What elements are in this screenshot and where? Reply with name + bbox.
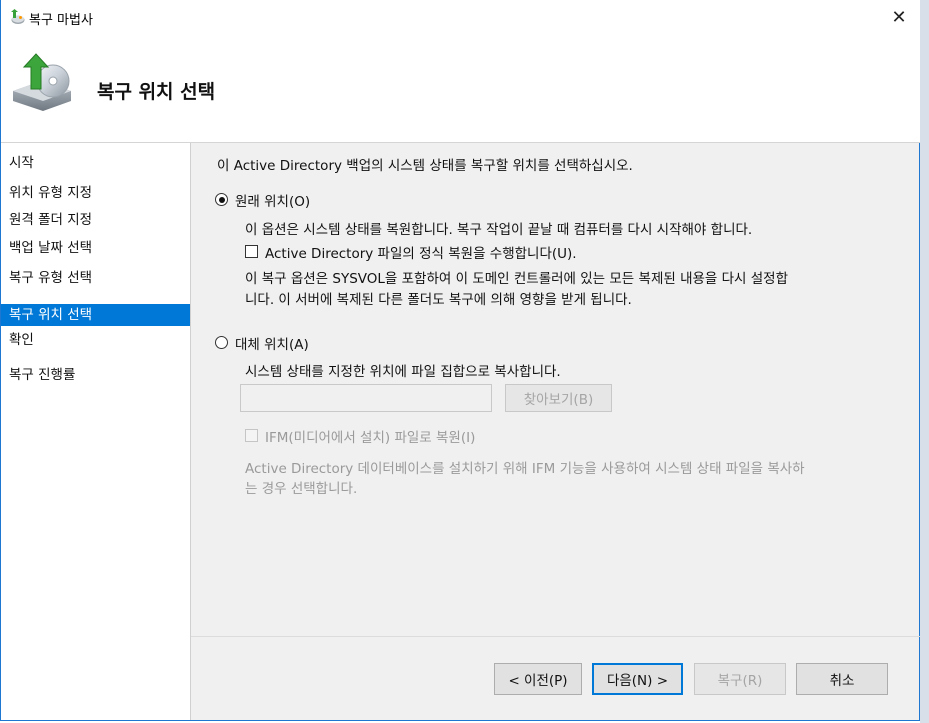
sidebar-item-recovery-location[interactable]: 복구 위치 선택 — [1, 304, 190, 326]
original-location-label[interactable]: 원래 위치(O) — [235, 190, 310, 210]
close-icon: ✕ — [891, 6, 907, 28]
wizard-step-list: 시작 위치 유형 지정 원격 폴더 지정 백업 날짜 선택 복구 유형 선택 복… — [1, 143, 191, 720]
previous-button[interactable]: < 이전(P) — [494, 663, 582, 695]
page-title: 복구 위치 선택 — [97, 81, 216, 103]
original-location-radio[interactable] — [215, 193, 228, 206]
browse-button[interactable]: 찾아보기(B) — [505, 384, 612, 412]
sidebar-item-remote-folder[interactable]: 원격 폴더 지정 — [1, 209, 190, 231]
sysvol-note-line2: 니다. 이 서버에 복제된 다른 폴더도 복구에 의해 영향을 받게 됩니다. — [245, 292, 632, 308]
sidebar-item-progress[interactable]: 복구 진행률 — [1, 364, 190, 386]
wizard-content: 이 Active Directory 백업의 시스템 상태를 복구할 위치를 선… — [191, 143, 920, 636]
authoritative-restore-checkbox[interactable] — [245, 245, 258, 258]
recover-button[interactable]: 복구(R) — [694, 663, 786, 695]
restore-wizard-icon — [9, 9, 25, 25]
alternate-location-radio[interactable] — [215, 336, 228, 349]
wizard-header: 복구 위치 선택 — [1, 36, 920, 143]
alternate-location-description: 시스템 상태를 지정한 위치에 파일 집합으로 복사합니다. — [245, 364, 561, 380]
window-title: 복구 마법사 — [29, 13, 93, 28]
backup-restore-disk-icon — [9, 51, 75, 113]
title-bar: 복구 마법사 ✕ — [1, 0, 920, 36]
original-location-description: 이 옵션은 시스템 상태를 복원합니다. 복구 작업이 끝날 때 컴퓨터를 다시… — [245, 222, 753, 238]
ifm-restore-checkbox[interactable] — [245, 429, 258, 442]
ifm-note-line2: 는 경우 선택합니다. — [245, 481, 358, 497]
sidebar-item-location-type[interactable]: 위치 유형 지정 — [1, 182, 190, 204]
sidebar-item-backup-date[interactable]: 백업 날짜 선택 — [1, 237, 190, 259]
footer-divider — [191, 636, 920, 637]
next-button[interactable]: 다음(N) > — [592, 663, 683, 695]
instruction-text: 이 Active Directory 백업의 시스템 상태를 복구할 위치를 선… — [217, 158, 633, 174]
authoritative-restore-label[interactable]: Active Directory 파일의 정식 복원을 수행합니다(U). — [265, 242, 577, 262]
background-window-edge — [920, 0, 929, 723]
sidebar-item-confirm[interactable]: 확인 — [1, 329, 190, 351]
alternate-path-input[interactable] — [240, 384, 492, 412]
ifm-restore-label[interactable]: IFM(미디어에서 설치) 파일로 복원(I) — [265, 426, 475, 446]
alternate-location-label[interactable]: 대체 위치(A) — [235, 333, 309, 353]
restore-wizard-window: 복구 마법사 ✕ 복구 위치 선택 시작 위치 유형 지정 원격 폴더 지정 백… — [0, 0, 920, 721]
sysvol-note-line1: 이 복구 옵션은 SYSVOL을 포함하여 이 도메인 컨트롤러에 있는 모든 … — [245, 271, 789, 287]
cancel-button[interactable]: 취소 — [796, 663, 888, 695]
ifm-note-line1: Active Directory 데이터베이스를 설치하기 위해 IFM 기능을… — [245, 461, 805, 477]
close-button[interactable]: ✕ — [884, 4, 914, 30]
sidebar-item-recovery-type[interactable]: 복구 유형 선택 — [1, 267, 190, 289]
sidebar-item-start[interactable]: 시작 — [1, 152, 190, 174]
